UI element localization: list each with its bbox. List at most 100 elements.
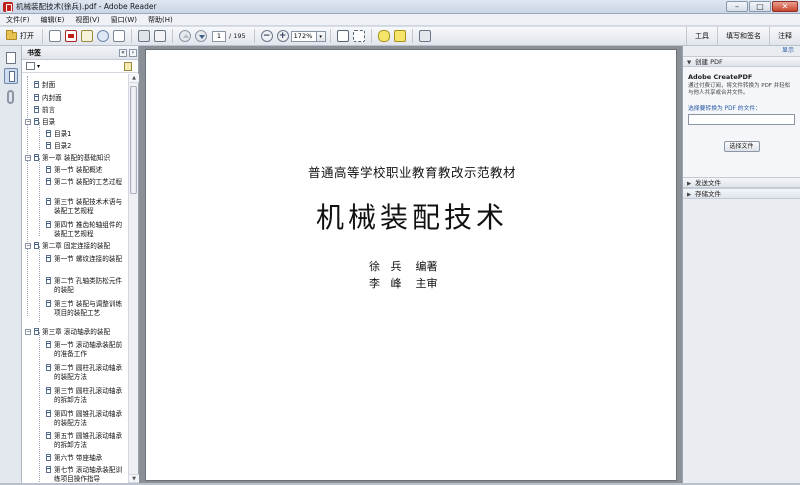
bookmark-icon (34, 118, 39, 125)
zoom-input[interactable]: 172% (290, 30, 317, 42)
collapse-toggle[interactable]: − (25, 155, 31, 161)
service-description: 通过付费订阅，将文件转换为 PDF 并轻松与他人共享或合并文件。 (688, 83, 791, 96)
page-number-input[interactable]: 1 (212, 30, 226, 42)
chevron-down-icon: ▼ (687, 60, 692, 66)
menu-file[interactable]: 文件(F) (6, 15, 30, 25)
bookmark-item[interactable]: 目录 (34, 118, 124, 127)
toolbar: 打开 1 / 195 − + 172% ▾ 工具 填写和签名 注释 (0, 27, 800, 46)
previous-page-icon[interactable] (179, 30, 191, 42)
send-files-section-header[interactable]: ▶ 发送文件 (683, 177, 800, 188)
open-button[interactable]: 打开 (4, 28, 43, 44)
sign-icon[interactable] (393, 30, 406, 42)
bookmark-item[interactable]: 内封面 (34, 94, 124, 103)
edit-icon[interactable] (81, 30, 93, 42)
bookmark-item[interactable]: 第三节 圆柱孔滚动轴承的拆卸方法 (46, 387, 126, 404)
bookmark-item[interactable]: 第一节 滚动轴承装配前的准备工作 (46, 341, 126, 358)
bookmark-icon (46, 364, 51, 371)
tab-fill-sign[interactable]: 填写和签名 (717, 27, 769, 46)
comment-icon[interactable] (377, 30, 390, 42)
bookmark-item[interactable]: 第三节 装配技术术语与装配工艺规程 (46, 198, 126, 215)
bookmark-item[interactable]: 第三章 滚动轴承的装配 (34, 328, 126, 337)
page-thumbnails-icon[interactable] (6, 52, 16, 64)
folder-icon (6, 30, 17, 40)
bookmark-item[interactable]: 第七节 滚动轴承装配训练项目操作指导 (46, 466, 126, 483)
collapse-toggle[interactable]: − (25, 329, 31, 335)
tree-guide-line (27, 76, 28, 316)
document-icon[interactable] (113, 30, 125, 42)
bookmark-icon (34, 328, 39, 335)
select-file-button[interactable]: 选择文件 (723, 141, 760, 152)
collapse-panel-button[interactable]: « (119, 49, 127, 57)
document-subtitle: 普通高等学校职业教育教改示范教材 (307, 165, 516, 180)
fit-page-icon[interactable] (336, 30, 349, 42)
bookmark-item[interactable]: 第二节 装配的工艺过程 (46, 178, 126, 187)
bookmark-icon (46, 387, 51, 394)
window-title: 机械装配技术(徐兵).pdf - Adobe Reader (16, 2, 157, 11)
bookmark-icon (34, 106, 39, 113)
chevron-down-icon[interactable]: ▾ (37, 63, 40, 70)
toolbar-divider (172, 29, 173, 43)
collapse-toggle[interactable]: − (25, 243, 31, 249)
chevron-right-icon[interactable]: › (129, 49, 137, 57)
close-button[interactable]: ✕ (772, 1, 798, 12)
zoom-dropdown[interactable]: ▾ (316, 30, 326, 42)
bookmark-options-icon[interactable] (26, 62, 35, 70)
tab-tools[interactable]: 工具 (686, 27, 717, 46)
tool-icon[interactable] (418, 30, 431, 42)
find-bookmark-icon[interactable] (124, 62, 132, 71)
scroll-thumb[interactable] (130, 86, 137, 194)
bookmark-icon (46, 466, 51, 473)
bookmark-item[interactable]: 目录1 (46, 130, 126, 139)
tab-comment[interactable]: 注释 (769, 27, 800, 46)
create-pdf-icon[interactable] (65, 30, 77, 42)
scroll-up-icon[interactable]: ▲ (129, 74, 139, 83)
menu-help[interactable]: 帮助(H) (148, 15, 173, 25)
select-file-label: 选择要转换为 PDF 的文件： (688, 106, 761, 112)
bookmark-item[interactable]: 第六节 带座轴承 (46, 454, 126, 463)
next-page-icon[interactable] (195, 30, 207, 42)
bookmark-item[interactable]: 第三节 装配与调整训练项目的装配工艺 (46, 300, 126, 317)
collapse-toggle[interactable]: − (25, 119, 31, 125)
bookmark-item[interactable]: 第二节 孔轴类防松元件的装配 (46, 277, 126, 294)
bookmark-item[interactable]: 第一章 装配的基础知识 (34, 154, 126, 163)
print-icon[interactable] (138, 30, 150, 42)
document-icon[interactable] (49, 30, 61, 42)
scroll-down-icon[interactable]: ▼ (129, 474, 139, 483)
menu-edit[interactable]: 编辑(E) (41, 15, 65, 25)
menu-window[interactable]: 窗口(W) (111, 15, 137, 25)
bookmarks-scrollbar[interactable]: ▲ ▼ (128, 74, 139, 483)
bookmark-item[interactable]: 第五节 圆锥孔滚动轴承的拆卸方法 (46, 432, 126, 449)
file-path-field[interactable] (688, 114, 795, 125)
attachments-icon[interactable] (7, 90, 14, 104)
bookmark-item[interactable]: 第一节 装配概述 (46, 166, 126, 175)
bookmark-item[interactable]: 目录2 (46, 142, 126, 151)
bookmark-icon (46, 300, 51, 307)
bookmark-item[interactable]: 第二节 圆柱孔滚动轴承的装配方法 (46, 364, 126, 381)
bookmark-item[interactable]: 第一节 螺纹连接的装配 (46, 255, 126, 264)
bookmark-item[interactable]: 第二章 固定连接的装配 (34, 242, 126, 251)
bookmark-item[interactable]: 第四节 圆锥孔滚动轴承的装配方法 (46, 410, 126, 427)
toolbar-divider (131, 29, 132, 43)
show-link[interactable]: 显示 (683, 46, 800, 56)
document-reviewer: 李 峰 主审 (369, 277, 438, 290)
bookmarks-toolbar: ▾ (22, 60, 138, 73)
fit-width-icon[interactable] (352, 30, 365, 42)
toolbar-divider (329, 29, 331, 43)
email-icon[interactable] (154, 30, 166, 42)
maximize-button[interactable]: □ (749, 1, 771, 12)
bookmark-item[interactable]: 第四节 推齿轮轴组件的装配工艺规程 (46, 221, 126, 238)
minimize-button[interactable]: – (726, 1, 748, 12)
page-total: / 195 (229, 32, 246, 40)
create-pdf-section-header[interactable]: ▼ 创建 PDF (683, 56, 800, 67)
menu-view[interactable]: 视图(V) (75, 15, 99, 25)
cloud-icon[interactable] (97, 30, 109, 42)
bookmarks-icon[interactable] (4, 68, 18, 84)
tree-guide-line (39, 158, 40, 236)
document-viewport[interactable]: 普通高等学校职业教育教改示范教材 机械装配技术 徐 兵 编著 李 峰 主审 (139, 46, 682, 483)
bookmark-item[interactable]: 前言 (34, 106, 124, 115)
store-files-section-header[interactable]: ▶ 存储文件 (683, 188, 800, 199)
zoom-out-icon[interactable]: − (260, 30, 273, 42)
bookmark-icon (46, 277, 51, 284)
bookmark-item[interactable]: 封面 (34, 81, 124, 90)
zoom-in-icon[interactable]: + (276, 30, 289, 42)
